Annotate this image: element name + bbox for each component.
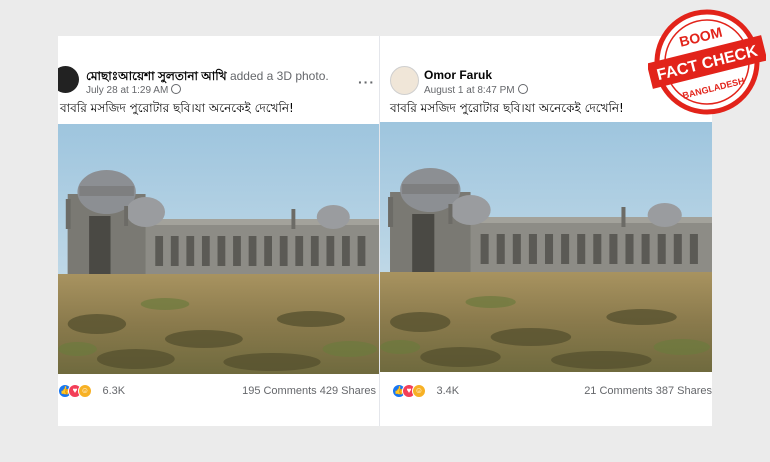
haha-icon: ☺ [412, 383, 426, 398]
shares-count[interactable]: 429 Shares [320, 385, 376, 397]
facebook-post-left: মোছাঃআয়েশা সুলতানা আখি added a 3D photo… [58, 36, 379, 426]
post-photo[interactable] [58, 124, 379, 374]
boom-fact-check-stamp: BOOM FACT CHECK BANGLADESH [648, 9, 766, 115]
post-caption: বাবরি মসজিদ পুরোটার ছবি।যা অনেকেই দেখেনি… [390, 101, 624, 115]
post-timestamp[interactable]: July 28 at 1:29 AM [86, 85, 168, 96]
globe-icon [517, 84, 528, 94]
reaction-count: 3.4K [436, 384, 460, 397]
mosque-photo [58, 124, 379, 374]
comments-count[interactable]: 21 Comments [584, 385, 652, 397]
post-meta: August 1 at 8:47 PM [424, 84, 528, 96]
reactions-summary[interactable]: 👍 ♥ ☺ 3.4K [392, 382, 459, 398]
post-caption: বাবরি মসজিদ পুরোটার ছবি।যা অনেকেই দেখেনি… [60, 101, 294, 115]
more-options-button[interactable]: ··· [358, 74, 375, 90]
post-action: added a 3D photo. [229, 69, 329, 83]
reaction-count: 6.3K [102, 384, 126, 397]
comments-count[interactable]: 195 Comments [242, 385, 317, 397]
post-photo[interactable] [380, 122, 712, 372]
post-stats: 21 Comments 387 Shares [584, 385, 712, 397]
haha-icon: ☺ [78, 383, 92, 398]
author-avatar[interactable] [390, 66, 419, 95]
author-name[interactable]: Omor Faruk [424, 68, 492, 82]
reactions-summary[interactable]: 👍 ♥ ☺ 6.3K [58, 382, 125, 398]
post-stats: 195 Comments 429 Shares [242, 385, 376, 397]
globe-icon [171, 84, 182, 94]
mosque-photo [380, 122, 712, 372]
author-avatar[interactable] [58, 66, 79, 93]
post-meta: July 28 at 1:29 AM [86, 84, 182, 96]
post-timestamp[interactable]: August 1 at 8:47 PM [424, 85, 515, 96]
shares-count[interactable]: 387 Shares [656, 385, 712, 397]
author-name[interactable]: মোছাঃআয়েশা সুলতানা আখি [86, 69, 227, 83]
